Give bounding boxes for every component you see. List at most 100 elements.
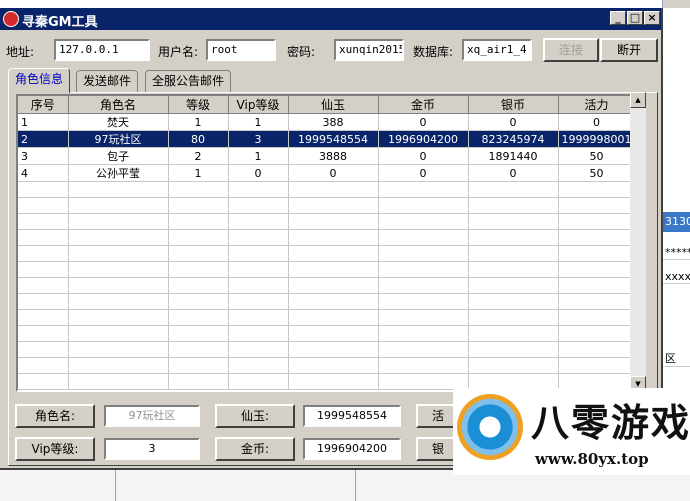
table-cell[interactable]: 1 [228,147,289,165]
table-cell[interactable]: 公孙平莹 [68,164,169,182]
column-header[interactable]: 角色名 [68,96,169,114]
table-cell[interactable]: 4 [18,164,69,182]
empty-cell [378,213,469,230]
table-cell[interactable]: 1996904200 [378,130,469,148]
tab-server-announcement[interactable]: 全服公告邮件 [145,70,232,92]
detail-xianyu-field[interactable]: 1999548554 [303,405,401,427]
table-cell[interactable]: 0 [288,164,379,182]
empty-cell [468,341,559,358]
detail-xianyu-label: 仙玉: [215,404,295,428]
table-row[interactable]: 2 97玩社区 80 3 1999548554 1996904200 823245974 19… [18,130,636,148]
empty-cell [18,229,69,246]
connect-button[interactable]: 连接 [543,38,599,62]
empty-cell [168,325,229,342]
empty-cell [468,261,559,278]
column-header[interactable]: Vip等级 [228,96,289,114]
empty-cell [558,277,636,294]
table-cell[interactable]: 3888 [288,147,379,165]
empty-cell [378,245,469,262]
table-cell[interactable]: 1 [168,113,229,131]
empty-cell [18,261,69,278]
table-cell[interactable]: 3 [18,147,69,165]
table-row[interactable]: 1 焚天 1 1 388 0 0 0 [18,113,636,131]
empty-cell [558,261,636,278]
maximize-icon[interactable]: □ [627,11,643,25]
column-header[interactable]: 金币 [378,96,469,114]
username-input[interactable]: root [206,39,276,61]
table-cell[interactable]: 包子 [68,147,169,165]
table-cell[interactable]: 823245974 [468,130,559,148]
disconnect-button[interactable]: 断开 [600,38,658,62]
table-cell[interactable]: 0 [228,164,289,182]
empty-cell [168,245,229,262]
background-cell: ***** [663,246,690,260]
table-cell[interactable]: 焚天 [68,113,169,131]
empty-cell [228,373,289,390]
title-bar[interactable]: 寻秦GM工具 _ □ × [0,8,661,30]
database-input[interactable]: xq_air1_4 [462,39,532,61]
empty-cell [558,229,636,246]
column-header[interactable]: 序号 [18,96,69,114]
empty-row [18,325,636,342]
table-scrollbar[interactable]: ▲ ▼ [630,92,646,392]
close-icon[interactable]: × [644,11,660,25]
table-cell[interactable]: 0 [468,164,559,182]
table-cell[interactable]: 97玩社区 [68,130,169,148]
empty-cell [558,293,636,310]
table-cell[interactable]: 0 [468,113,559,131]
table-cell[interactable]: 1 [228,113,289,131]
tab-send-mail[interactable]: 发送邮件 [76,70,139,92]
table-cell[interactable]: 0 [378,113,469,131]
table-cell[interactable]: 0 [558,113,636,131]
table-cell[interactable]: 2 [18,130,69,148]
empty-cell [558,213,636,230]
table-cell[interactable]: 3 [228,130,289,148]
table-cell[interactable]: 0 [378,147,469,165]
column-header[interactable]: 仙玉 [288,96,379,114]
table-cell[interactable]: 80 [168,130,229,148]
empty-cell [228,229,289,246]
empty-cell [378,325,469,342]
column-header[interactable]: 等级 [168,96,229,114]
table-cell[interactable]: 50 [558,147,636,165]
password-input[interactable]: xunqin2015 [334,39,404,61]
app-icon [3,11,19,27]
column-header[interactable]: 活力 [558,96,636,114]
empty-row [18,229,636,246]
empty-cell [378,277,469,294]
empty-cell [168,213,229,230]
table-cell[interactable]: 1 [18,113,69,131]
scroll-up-icon[interactable]: ▲ [630,92,646,108]
empty-cell [468,293,559,310]
table-cell[interactable]: 1 [168,164,229,182]
empty-cell [378,293,469,310]
table-cell[interactable]: 2 [168,147,229,165]
empty-cell [288,261,379,278]
empty-cell [288,245,379,262]
tab-role-info[interactable]: 角色信息 [8,68,71,93]
column-header[interactable]: 银币 [468,96,559,114]
detail-gold-field[interactable]: 1996904200 [303,438,401,460]
table-cell[interactable]: 1999998001 [558,130,636,148]
table-cell[interactable]: 388 [288,113,379,131]
address-input[interactable]: 127.0.0.1 [54,39,150,61]
table-cell[interactable]: 1891440 [468,147,559,165]
empty-cell [168,197,229,214]
empty-cell [68,325,169,342]
detail-vip-field[interactable]: 3 [104,438,200,460]
table-row[interactable]: 3 包子 2 1 3888 0 1891440 50 [18,147,636,165]
table-row[interactable]: 4 公孙平莹 1 0 0 0 0 50 [18,164,636,182]
empty-cell [558,181,636,198]
empty-cell [288,309,379,326]
table-cell[interactable]: 1999548554 [288,130,379,148]
table-cell[interactable]: 0 [378,164,469,182]
empty-cell [68,181,169,198]
empty-row [18,245,636,262]
empty-cell [288,229,379,246]
detail-name-field[interactable]: 97玩社区 [104,405,200,427]
empty-row [18,197,636,214]
minimize-icon[interactable]: _ [610,11,626,25]
empty-cell [468,277,559,294]
table-cell[interactable]: 50 [558,164,636,182]
window-title: 寻秦GM工具 [22,15,98,30]
